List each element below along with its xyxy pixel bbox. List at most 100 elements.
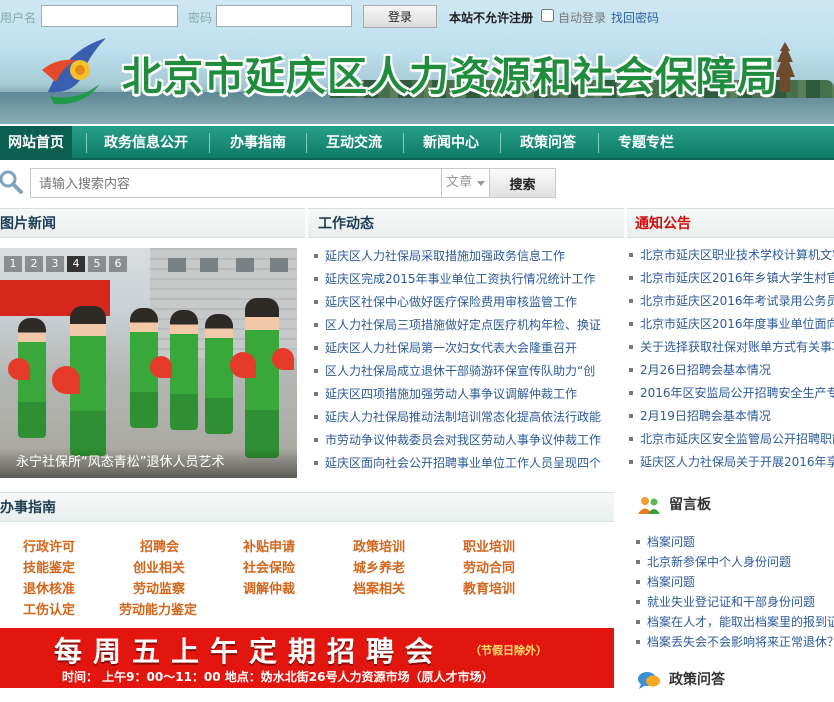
bullet-icon [314, 345, 318, 350]
list-item[interactable]: 2月19日招聘会基本情况 [625, 405, 771, 428]
bullet-icon [636, 599, 640, 604]
slide-page-2[interactable]: 2 [25, 256, 43, 272]
list-item[interactable]: 北京市延庆区安全监管局公开招聘职能 [625, 428, 834, 451]
slide-page-1[interactable]: 1 [4, 256, 22, 272]
nav-gov-info[interactable]: 政务信息公开 [88, 126, 204, 160]
list-item[interactable]: 延庆区社保中心做好医疗保险费用审核监管工作 [310, 291, 577, 314]
list-item[interactable]: 就业失业登记证和干部身份问题 [632, 592, 815, 612]
list-item[interactable]: 档案在人才，能取出档案里的报到证 [632, 612, 834, 632]
list-item[interactable]: 市劳动争议仲裁委员会对我区劳动人事争议仲裁工作 [310, 429, 601, 452]
list-item[interactable]: 延庆区完成2015年事业单位工资执行情况统计工作 [310, 268, 596, 291]
guide-link[interactable]: 补贴申请 [243, 536, 295, 555]
search-input[interactable] [30, 168, 442, 198]
list-item[interactable]: 延庆区人力社保局第一次妇女代表大会隆重召开 [310, 337, 577, 360]
photo-caption[interactable]: 永宁社保所“风态青松”退休人员艺术 [0, 448, 297, 478]
guide-link[interactable]: 工伤认定 [23, 599, 75, 618]
list-item[interactable]: 区人力社保局成立退休干部骑游环保宣传队助力“创 [310, 360, 595, 383]
nav-guide[interactable]: 办事指南 [211, 126, 305, 160]
work-news-title: 工作动态 [318, 216, 374, 232]
list-item[interactable]: 关于选择获取社保对账单方式有关事项 [625, 336, 834, 359]
nav-separator [209, 133, 210, 153]
login-button[interactable]: 登录 [363, 5, 437, 28]
list-item[interactable]: 北京市延庆区2016年考试录用公务员面 [625, 290, 834, 313]
list-item[interactable]: 档案丢失会不会影响将来正常退休？ [632, 632, 834, 652]
auto-login-checkbox[interactable] [541, 9, 554, 22]
guide-link[interactable]: 城乡养老 [353, 557, 405, 576]
nav-news[interactable]: 新闻中心 [405, 126, 497, 160]
bullet-icon [629, 275, 633, 280]
guide-title: 办事指南 [0, 500, 56, 516]
photo-fan [8, 358, 30, 380]
nav-interaction[interactable]: 互动交流 [308, 126, 400, 160]
guide-link[interactable]: 劳动合同 [463, 557, 515, 576]
recruitment-headline: 每周五上午定期招聘会 [54, 635, 445, 668]
bullet-icon [314, 414, 318, 419]
list-item[interactable]: 档案问题 [632, 532, 695, 552]
list-item[interactable]: 延庆区人力社保局采取措施加强政务信息工作 [310, 245, 565, 268]
bullet-icon [314, 460, 318, 465]
list-item[interactable]: 北京市延庆区2016年乡镇大学生村官专 [625, 267, 834, 290]
list-item[interactable]: 延庆区面向社会公开招聘事业单位工作人员呈现四个 [310, 452, 601, 475]
login-bar: 用户名 密码 登录 本站不允许注册 自动登录 找回密码 [0, 0, 834, 32]
guide-link[interactable]: 职业培训 [463, 536, 515, 555]
find-password-link[interactable]: 找回密码 [611, 9, 659, 26]
list-item[interactable]: 档案问题 [632, 572, 695, 592]
guide-link[interactable]: 劳动监察 [133, 578, 185, 597]
search-button[interactable]: 搜索 [490, 168, 556, 198]
people-icon [638, 497, 660, 514]
list-item-text: 北京市延庆区2016年乡镇大学生村官专 [640, 271, 834, 285]
recruitment-time-location: 时间： 上午9：00～11：00 地点：妫水北街26号人力资源市场（原人才市场） [62, 670, 494, 684]
nav-special[interactable]: 专题专栏 [600, 126, 692, 160]
recruitment-banner[interactable]: 每周五上午定期招聘会 （节假日除外） 时间： 上午9：00～11：00 地点：妫… [0, 628, 614, 688]
list-item[interactable]: 2月26日招聘会基本情况 [625, 359, 771, 382]
username-input[interactable] [41, 5, 178, 27]
list-item-text: 档案问题 [647, 535, 696, 549]
guide-header: 办事指南 [0, 492, 614, 522]
list-item-text: 延庆区四项措施加强劳动人事争议调解仲裁工作 [325, 387, 578, 401]
slide-page-6[interactable]: 6 [109, 256, 127, 272]
guide-link[interactable]: 档案相关 [353, 578, 405, 597]
message-board-title: 留言板 [669, 497, 711, 513]
guide-link[interactable]: 退休核准 [23, 578, 75, 597]
search-row: 文章 搜索 [0, 163, 834, 203]
photo-window [270, 258, 288, 272]
list-item[interactable]: 延庆区人力社保局关于开展2016年享受 [625, 451, 834, 474]
slide-page-3[interactable]: 3 [46, 256, 64, 272]
list-item-text: 2016年区安监局公开招聘安全生产专职 [640, 386, 834, 400]
guide-link[interactable]: 社会保险 [243, 557, 295, 576]
search-scope-select[interactable]: 文章 [442, 168, 490, 198]
list-item[interactable]: 北京市延庆区2016年度事业单位面向社 [625, 313, 834, 336]
bullet-icon [629, 344, 633, 349]
guide-link[interactable]: 教育培训 [463, 578, 515, 597]
guide-link[interactable]: 招聘会 [140, 536, 179, 555]
guide-link[interactable]: 调解仲裁 [243, 578, 295, 597]
list-item-text: 关于选择获取社保对账单方式有关事项 [640, 340, 834, 354]
message-board-list: 档案问题 北京新参保中个人身份问题 档案问题 就业失业登记证和干部身份问题 档案… [632, 532, 834, 657]
list-item[interactable]: 北京市延庆区职业技术学校计算机文字 [625, 244, 834, 267]
guide-link[interactable]: 创业相关 [133, 557, 185, 576]
bullet-icon [629, 298, 633, 303]
list-item[interactable]: 区人力社保局三项措施做好定点医疗机构年检、换证 [310, 314, 601, 337]
nav-policy-qa[interactable]: 政策问答 [502, 126, 594, 160]
photo-news-slideshow[interactable]: 1 2 3 4 5 6 永宁社保所“风态青松”退休人员艺术 [0, 248, 297, 478]
slide-page-4[interactable]: 4 [67, 256, 85, 272]
bullet-icon [636, 579, 640, 584]
list-item-text: 就业失业登记证和干部身份问题 [647, 595, 816, 609]
list-item-text: 北京市延庆区2016年考试录用公务员面 [640, 294, 834, 308]
guide-link[interactable]: 技能鉴定 [23, 557, 75, 576]
list-item-text: 延庆区人力社保局第一次妇女代表大会隆重召开 [325, 341, 578, 355]
password-input[interactable] [216, 5, 352, 27]
guide-link[interactable]: 行政许可 [23, 536, 75, 555]
photo-window [200, 258, 218, 272]
guide-link[interactable]: 劳动能力鉴定 [119, 599, 197, 618]
list-item[interactable]: 2016年区安监局公开招聘安全生产专职 [625, 382, 834, 405]
slide-page-5[interactable]: 5 [88, 256, 106, 272]
nav-home[interactable]: 网站首页 [0, 126, 72, 160]
guide-link[interactable]: 政策培训 [353, 536, 405, 555]
list-item[interactable]: 北京新参保中个人身份问题 [632, 552, 791, 572]
photo-fan [272, 348, 294, 370]
list-item[interactable]: 延庆区四项措施加强劳动人事争议调解仲裁工作 [310, 383, 577, 406]
list-item[interactable]: 延庆人力社保局推动法制培训常态化提高依法行政能 [310, 406, 601, 429]
list-item-text: 北京市延庆区职业技术学校计算机文字 [640, 248, 834, 262]
bullet-icon [314, 437, 318, 442]
